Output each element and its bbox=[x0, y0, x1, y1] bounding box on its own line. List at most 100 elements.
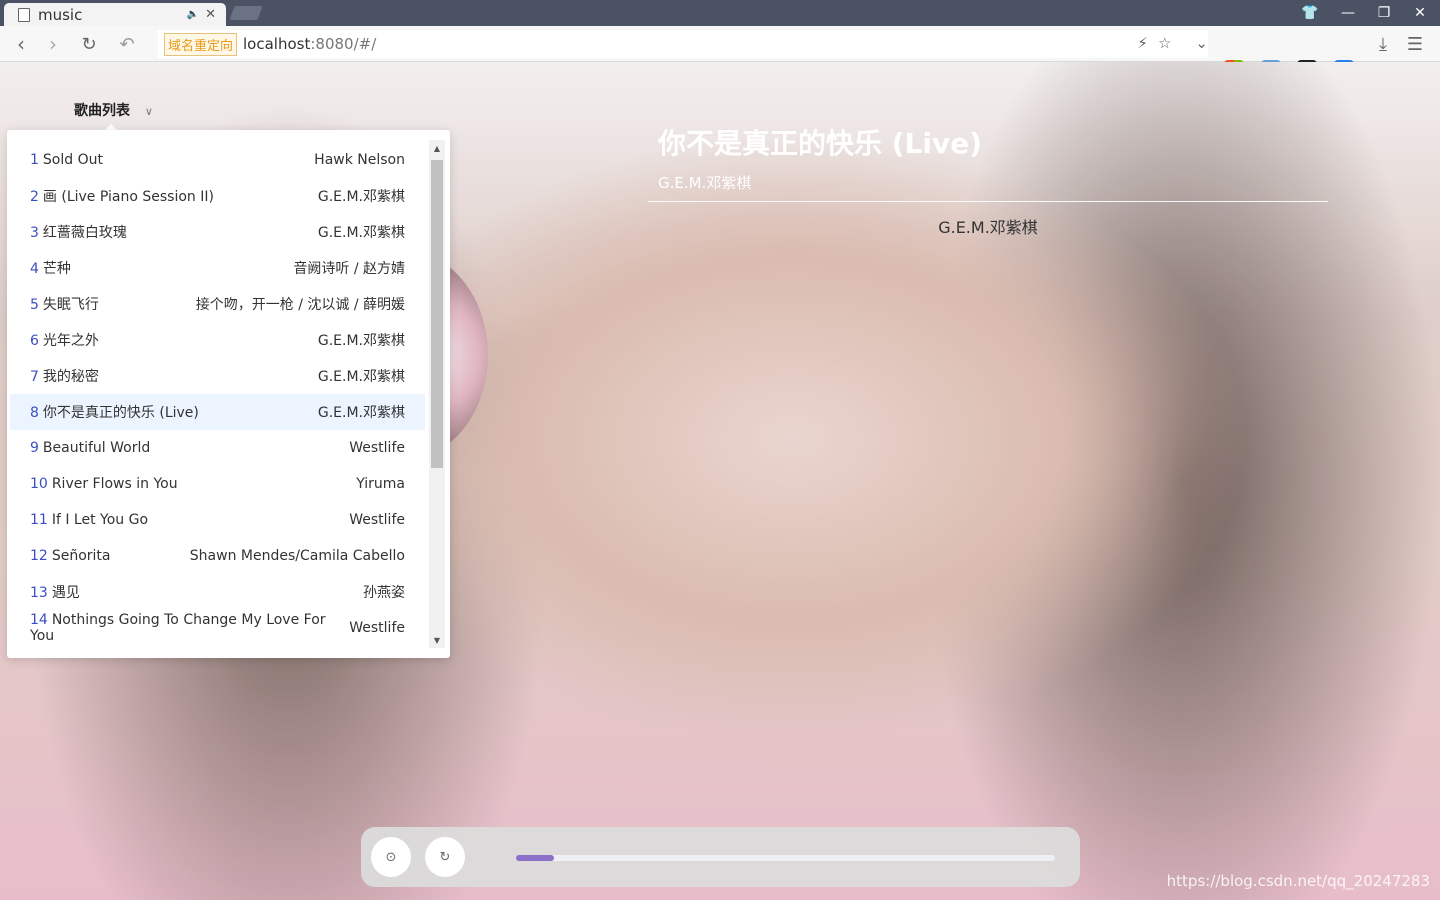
song-row-title: 12 Señorita bbox=[30, 548, 110, 564]
chevron-down-icon[interactable]: ⌄ bbox=[1195, 34, 1208, 52]
song-row-artist: Westlife bbox=[349, 512, 405, 528]
song-row[interactable]: 10 River Flows in You Yiruma bbox=[10, 466, 425, 502]
song-row[interactable]: 6 光年之外 G.E.M.邓紫棋 bbox=[10, 322, 425, 358]
browser-titlebar: music 🔈 ✕ 👕 — ❐ ✕ bbox=[0, 0, 1440, 26]
song-row-artist: Westlife bbox=[349, 620, 405, 636]
scroll-up-icon[interactable]: ▲ bbox=[429, 140, 445, 156]
forward-button[interactable]: › bbox=[40, 32, 66, 56]
song-name: If I Let You Go bbox=[51, 512, 149, 528]
song-name: 芒种 bbox=[42, 261, 71, 277]
menu-icon[interactable]: ☰ bbox=[1402, 32, 1428, 56]
song-number: 6 bbox=[30, 333, 39, 349]
loop-icon: ↻ bbox=[439, 849, 451, 865]
browser-toolbar: ‹ › ↻ ↶ 域名重定向 localhost:8080/#/ ⚡ ☆ ⌄ ⤓ … bbox=[0, 26, 1440, 80]
reload-button[interactable]: ↻ bbox=[76, 32, 102, 56]
song-row-artist: G.E.M.邓紫棋 bbox=[317, 405, 405, 421]
lightning-icon[interactable]: ⚡ bbox=[1137, 34, 1148, 52]
song-row[interactable]: 7 我的秘密 G.E.M.邓紫棋 bbox=[10, 358, 425, 394]
song-number: 10 bbox=[30, 476, 48, 492]
song-row[interactable]: 5 失眠飞行 接个吻，开一枪 / 沈以诚 / 薛明媛 bbox=[10, 286, 425, 322]
song-row-title: 5 失眠飞行 bbox=[30, 294, 99, 314]
speaker-icon[interactable]: 🔈 bbox=[187, 9, 199, 20]
song-row-title: 4 芒种 bbox=[30, 258, 71, 278]
restore-button[interactable]: ❐ bbox=[1366, 0, 1402, 26]
loop-button[interactable]: ↻ bbox=[425, 837, 465, 877]
progress-track[interactable] bbox=[516, 855, 1055, 861]
tab-title: music bbox=[38, 5, 83, 24]
song-number: 1 bbox=[30, 152, 39, 168]
song-row[interactable]: 8 你不是真正的快乐 (Live) G.E.M.邓紫棋 bbox=[10, 394, 425, 430]
play-button[interactable]: ⊙ bbox=[371, 837, 411, 877]
song-number: 3 bbox=[30, 225, 39, 241]
song-row-title: 7 我的秘密 bbox=[30, 366, 99, 386]
playlist-dropdown-trigger[interactable]: 歌曲列表 ∨ bbox=[74, 100, 153, 120]
song-row[interactable]: 9 Beautiful World Westlife bbox=[10, 430, 425, 466]
url-path: :8080/#/ bbox=[310, 35, 377, 53]
minimize-button[interactable]: — bbox=[1330, 0, 1366, 26]
scrollbar-thumb[interactable] bbox=[431, 160, 443, 468]
song-number: 12 bbox=[30, 548, 48, 564]
redirect-badge[interactable]: 域名重定向 bbox=[164, 32, 238, 56]
song-row-title: 11 If I Let You Go bbox=[30, 512, 148, 528]
song-row-artist: G.E.M.邓紫棋 bbox=[317, 225, 405, 241]
song-row-artist: G.E.M.邓紫棋 bbox=[317, 189, 405, 205]
song-row-artist: Westlife bbox=[349, 440, 405, 456]
watermark: https://blog.csdn.net/qq_20247283 bbox=[1166, 872, 1430, 890]
new-tab-button[interactable] bbox=[229, 6, 263, 20]
player-bar: ⊙ ↻ bbox=[361, 827, 1080, 887]
song-row[interactable]: 4 芒种 音阙诗听 / 赵方婧 bbox=[10, 250, 425, 286]
song-row[interactable]: 14 Nothings Going To Change My Love For Y… bbox=[10, 610, 425, 646]
song-row[interactable]: 2画 (Live Piano Session II) G.E.M.邓紫棋 bbox=[10, 178, 425, 214]
song-number: 2 bbox=[30, 189, 39, 205]
song-list: 1 Sold Out Hawk Nelson 2 画 (Live Piano Sessi… bbox=[10, 142, 425, 646]
song-number: 14 bbox=[30, 612, 48, 628]
scrollbar[interactable]: ▲ ▼ bbox=[429, 140, 445, 648]
song-row-title: 14 Nothings Going To Change My Love For Y… bbox=[30, 612, 349, 644]
song-number: 9 bbox=[30, 440, 39, 456]
divider bbox=[648, 201, 1328, 202]
song-name: 失眠飞行 bbox=[42, 297, 99, 313]
url-text[interactable]: localhost:8080/#/ bbox=[243, 35, 376, 53]
song-row-artist: Yiruma bbox=[356, 476, 405, 492]
tab-close-icon[interactable]: ✕ bbox=[205, 7, 216, 22]
song-row-artist: G.E.M.邓紫棋 bbox=[317, 333, 405, 349]
song-artist: G.E.M.邓紫棋 bbox=[658, 174, 752, 192]
download-icon[interactable]: ⤓ bbox=[1370, 32, 1396, 56]
browser-tab[interactable]: music 🔈 ✕ bbox=[4, 3, 226, 26]
song-name: 遇见 bbox=[51, 585, 80, 601]
star-icon[interactable]: ☆ bbox=[1158, 34, 1171, 52]
song-name: 画 (Live Piano Session II) bbox=[42, 189, 214, 205]
song-row[interactable]: 11 If I Let You Go Westlife bbox=[10, 502, 425, 538]
progress-fill bbox=[516, 855, 554, 861]
address-bar[interactable]: 域名重定向 localhost:8080/#/ ⚡ ☆ ⌄ bbox=[158, 30, 1208, 58]
song-name: 光年之外 bbox=[42, 333, 99, 349]
song-name: Señorita bbox=[51, 548, 111, 564]
chevron-down-icon: ∨ bbox=[144, 105, 153, 118]
song-row-title: 2画 (Live Piano Session II) bbox=[30, 186, 214, 206]
scroll-down-icon[interactable]: ▼ bbox=[429, 632, 445, 648]
song-row-title: 13 遇见 bbox=[30, 582, 80, 602]
undo-close-button[interactable]: ↶ bbox=[114, 32, 140, 56]
song-row-artist: G.E.M.邓紫棋 bbox=[317, 369, 405, 385]
song-row-artist: 孙燕姿 bbox=[363, 585, 405, 601]
song-row-title: 1 Sold Out bbox=[30, 152, 103, 168]
lyric-line: G.E.M.邓紫棋 bbox=[938, 218, 1038, 237]
playlist-panel: 1 Sold Out Hawk Nelson 2 画 (Live Piano Sessi… bbox=[7, 130, 450, 658]
song-title: 你不是真正的快乐 (Live) bbox=[658, 127, 983, 160]
song-row-artist: Hawk Nelson bbox=[314, 152, 405, 168]
song-number: 13 bbox=[30, 585, 48, 601]
song-name: 我的秘密 bbox=[42, 369, 99, 385]
music-app: 歌曲列表 ∨ 1 Sold Out Hawk Nelson 2 画 (Live Pian… bbox=[0, 62, 1440, 900]
song-row[interactable]: 12 Señorita Shawn Mendes/Camila Cabello bbox=[10, 538, 425, 574]
song-name: 红蔷薇白玫瑰 bbox=[42, 225, 127, 241]
song-row-title: 8 你不是真正的快乐 (Live) bbox=[30, 402, 199, 422]
song-name: 你不是真正的快乐 (Live) bbox=[42, 405, 199, 421]
song-row[interactable]: 13 遇见 孙燕姿 bbox=[10, 574, 425, 610]
back-button[interactable]: ‹ bbox=[8, 32, 34, 56]
close-window-button[interactable]: ✕ bbox=[1402, 0, 1438, 26]
song-name: River Flows in You bbox=[51, 476, 178, 492]
skin-icon[interactable]: 👕 bbox=[1292, 0, 1328, 26]
song-row[interactable]: 3 红蔷薇白玫瑰 G.E.M.邓紫棋 bbox=[10, 214, 425, 250]
song-row[interactable]: 1 Sold Out Hawk Nelson bbox=[10, 142, 425, 178]
song-row-artist: 接个吻，开一枪 / 沈以诚 / 薛明媛 bbox=[195, 297, 405, 313]
